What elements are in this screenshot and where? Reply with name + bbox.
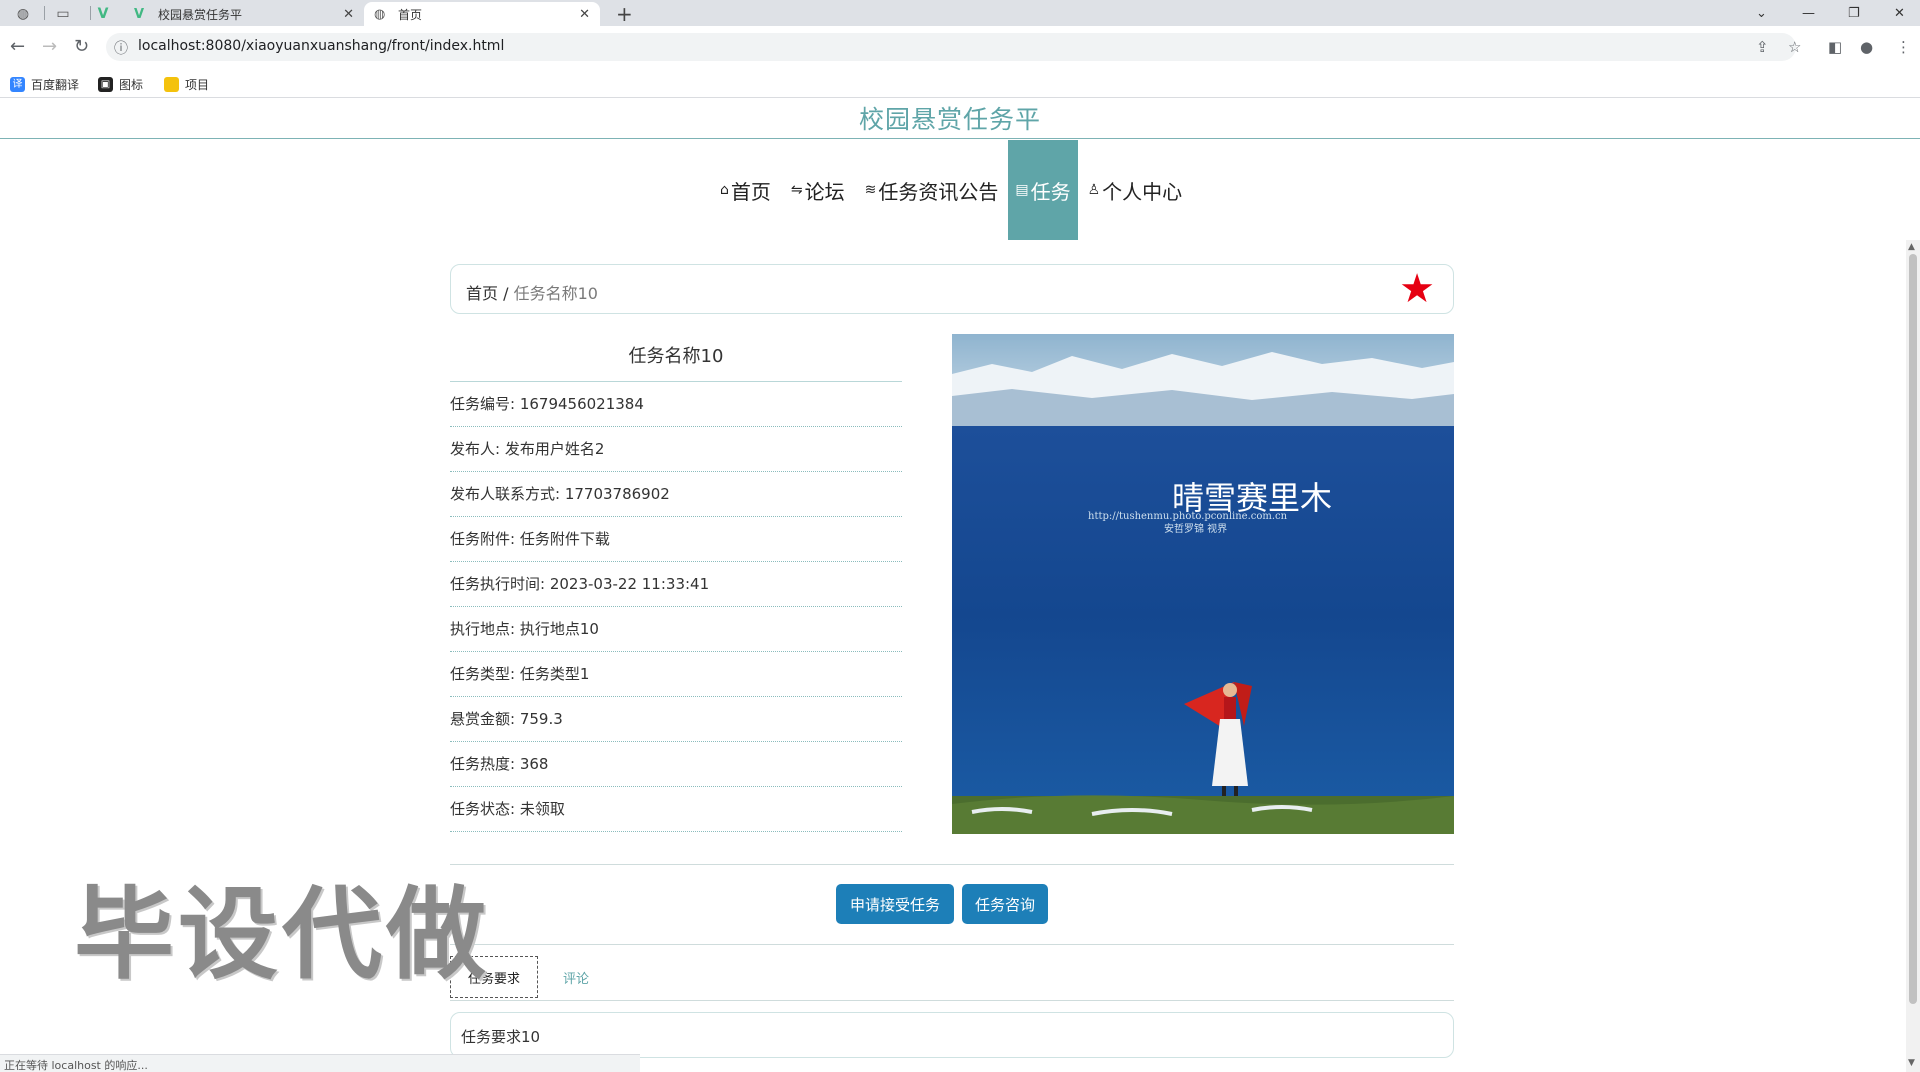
nav-home[interactable]: ⌂ 首页 xyxy=(710,140,781,240)
detail-row-popularity: 任务热度: 368 xyxy=(450,742,902,787)
bookmark-star-icon[interactable]: ☆ xyxy=(1788,38,1801,56)
forward-icon[interactable]: → xyxy=(42,36,57,57)
task-consult-button[interactable]: 任务咨询 xyxy=(962,884,1048,924)
detail-row-attachment[interactable]: 任务附件: 任务附件下载 xyxy=(450,517,902,562)
bookmark-projects[interactable]: 项目 xyxy=(164,76,209,93)
detail-row-exec-time: 任务执行时间: 2023-03-22 11:33:41 xyxy=(450,562,902,607)
tab-comments[interactable]: 评论 xyxy=(538,956,614,998)
content-divider xyxy=(450,944,1454,945)
detail-row-reward: 悬赏金额: 759.3 xyxy=(450,697,902,742)
blank-tab-icon[interactable]: ▭ xyxy=(48,3,78,25)
close-icon[interactable]: ✕ xyxy=(579,7,590,22)
tab-campus-task[interactable]: V 校园悬赏任务平 ✕ xyxy=(124,2,364,26)
tab-title: 首页 xyxy=(398,7,423,22)
scroll-thumb[interactable] xyxy=(1909,254,1917,1004)
globe-icon: ◍ xyxy=(374,6,386,22)
photo-caption-sub: 安哲罗锦 视界 xyxy=(1164,522,1227,535)
detail-row-task-type: 任务类型: 任务类型1 xyxy=(450,652,902,697)
nav-forum[interactable]: ⇋ 论坛 xyxy=(781,140,855,240)
detail-row-task-number: 任务编号: 1679456021384 xyxy=(450,382,902,427)
menu-icon[interactable]: ⋮ xyxy=(1896,38,1911,56)
favorite-star-icon[interactable]: ★ xyxy=(1399,269,1435,309)
info-icon[interactable]: ⓘ xyxy=(114,38,128,58)
breadcrumb-current: 任务名称10 xyxy=(513,284,598,303)
requirements-content: 任务要求10 xyxy=(450,1012,1454,1058)
photo-caption-url: http://tushenmu.photo.pconline.com.cn xyxy=(1088,511,1288,522)
close-icon[interactable]: ✕ xyxy=(343,7,354,22)
title-divider xyxy=(0,138,1920,139)
task-photo: 晴雪赛里木 http://tushenmu.photo.pconline.com… xyxy=(952,334,1454,834)
user-icon: ♙ xyxy=(1087,182,1101,198)
reload-icon[interactable]: ↻ xyxy=(74,36,89,57)
tab-title: 校园悬赏任务平 xyxy=(158,7,243,22)
vue-icon: V xyxy=(134,6,145,22)
task-title: 任务名称10 xyxy=(450,334,902,382)
back-icon[interactable]: ← xyxy=(10,36,25,57)
bookmarks-bar: 译 百度翻译 ▣ 图标 项目 xyxy=(0,70,1920,98)
url-text[interactable]: localhost:8080/xiaoyuanxuanshang/front/i… xyxy=(138,38,504,54)
share-icon[interactable]: ⇪ xyxy=(1756,38,1769,56)
forum-icon: ⇋ xyxy=(790,182,803,198)
close-window-button[interactable]: ✕ xyxy=(1894,0,1905,26)
main-nav: ⌂ 首页 ⇋ 论坛 ≋ 任务资讯公告 ▤ 任务 ♙ 个人中心 xyxy=(710,140,1192,240)
status-bar: 正在等待 localhost 的响应... xyxy=(0,1054,640,1072)
scroll-up-icon[interactable]: ▲ xyxy=(1908,242,1915,252)
nav-user-center[interactable]: ♙ 个人中心 xyxy=(1078,140,1193,240)
image-icon: ▣ xyxy=(98,77,113,92)
profile-icon[interactable]: ● xyxy=(1860,38,1873,56)
breadcrumb-separator: / xyxy=(503,284,509,303)
side-panel-icon[interactable]: ◧ xyxy=(1828,38,1842,56)
page-scrollbar[interactable]: ▲ ▼ xyxy=(1906,240,1920,1072)
detail-row-status: 任务状态: 未领取 xyxy=(450,787,902,832)
minimize-button[interactable]: — xyxy=(1802,0,1815,26)
nav-news[interactable]: ≋ 任务资讯公告 xyxy=(855,140,1009,240)
content-divider xyxy=(450,864,1454,865)
translate-icon: 译 xyxy=(10,77,25,92)
folder-icon xyxy=(164,77,179,92)
apply-task-button[interactable]: 申请接受任务 xyxy=(836,884,954,924)
detail-row-publisher-phone: 发布人联系方式: 17703786902 xyxy=(450,472,902,517)
detail-row-location: 执行地点: 执行地点10 xyxy=(450,607,902,652)
news-icon: ≋ xyxy=(864,182,877,198)
watermark-text: 毕设代做 xyxy=(74,876,490,993)
browser-tab-strip: ◍ ▭ V V 校园悬赏任务平 ✕ ◍ 首页 ✕ + ⌄ — ❐ ✕ xyxy=(0,0,1920,26)
task-detail-panel: 任务名称10 任务编号: 1679456021384 发布人: 发布用户姓名2 … xyxy=(450,334,902,832)
tabs-divider xyxy=(450,1000,1454,1001)
bookmark-baidu-translate[interactable]: 译 百度翻译 xyxy=(10,76,79,93)
restore-button[interactable]: ❐ xyxy=(1848,0,1860,26)
nav-tasks[interactable]: ▤ 任务 xyxy=(1008,140,1078,240)
tab-home[interactable]: ◍ 首页 ✕ xyxy=(364,2,600,26)
globe-icon[interactable]: ◍ xyxy=(8,3,38,25)
detail-row-publisher: 发布人: 发布用户姓名2 xyxy=(450,427,902,472)
home-icon: ⌂ xyxy=(720,182,729,198)
new-tab-button[interactable]: + xyxy=(616,2,633,26)
site-title: 校园悬赏任务平 xyxy=(858,105,1041,134)
vue-tab-icon[interactable]: V xyxy=(88,3,118,25)
breadcrumb-home[interactable]: 首页 xyxy=(466,284,498,303)
task-icon: ▤ xyxy=(1015,182,1029,198)
bookmark-icons[interactable]: ▣ 图标 xyxy=(98,76,143,93)
tab-search-icon[interactable]: ⌄ xyxy=(1756,0,1767,26)
breadcrumb: 首页 / 任务名称10 ★ xyxy=(450,264,1454,314)
scroll-down-icon[interactable]: ▼ xyxy=(1908,1058,1915,1068)
